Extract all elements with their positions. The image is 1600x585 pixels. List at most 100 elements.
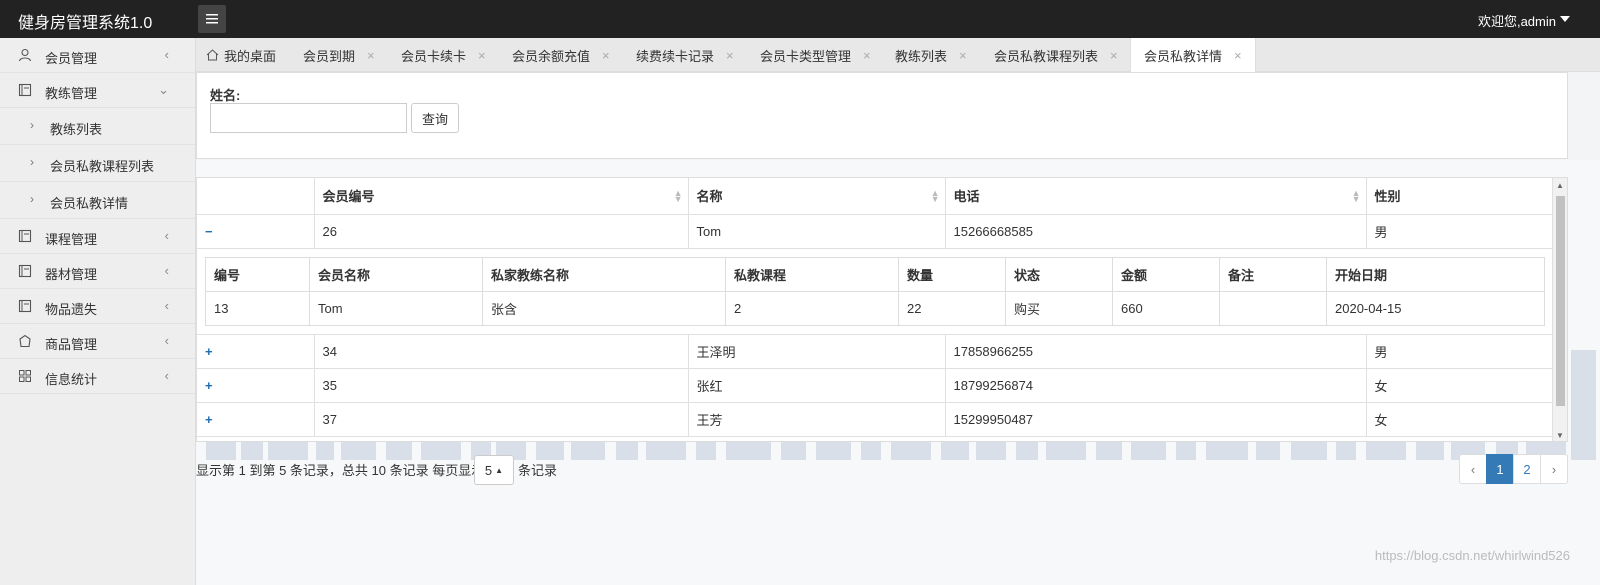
detail-cell-coach-name: 张含 [482, 290, 726, 326]
sidebar-item-label: 商品管理 [45, 337, 98, 352]
tab-private-course-list[interactable]: 会员私教课程列表 × [994, 38, 1118, 72]
chevron-left-icon: ‹ [164, 263, 169, 278]
tab-bar: 我的桌面 会员到期 × 会员卡续卡 × 会员余额充值 × 续费续卡记录 × 会员卡类型管… [196, 38, 1600, 72]
chevron-down-icon: ⌄ [158, 82, 169, 97]
column-header-gender[interactable]: 性别 [1366, 178, 1554, 215]
cell-member-id: 26 [314, 214, 689, 249]
next-page-button[interactable]: › [1540, 454, 1568, 484]
close-icon[interactable]: × [863, 48, 871, 63]
sidebar-subitem-label: 会员私教详情 [50, 196, 129, 211]
chevron-left-icon: ‹ [164, 368, 169, 383]
cell-gender: 女 [1366, 402, 1554, 437]
detail-table-row: 13 Tom 张含 2 22 购买 660 2020-04-15 [205, 290, 1545, 326]
name-search-input[interactable] [210, 103, 407, 133]
sort-icon: ▲ ▼ [673, 188, 683, 204]
column-header-name[interactable]: 名称 ▲ ▼ [688, 178, 946, 215]
close-icon[interactable]: × [1110, 48, 1118, 63]
bag-icon [19, 334, 31, 348]
tab-label: 会员到期 [303, 48, 356, 64]
tab-label: 会员私教课程列表 [994, 48, 1099, 64]
sidebar-item-statistics[interactable]: 信息统计 ‹ [0, 359, 195, 394]
tab-card-renew[interactable]: 会员卡续卡 × [401, 38, 486, 72]
detail-cell-course: 2 [725, 290, 899, 326]
cell-gender: 女 [1366, 368, 1554, 403]
sidebar-subitem-label: 教练列表 [50, 122, 103, 137]
detail-header-coach-name: 私家教练名称 [482, 256, 726, 292]
watermark-text: https://blog.csdn.net/whirlwind526 [1374, 548, 1570, 563]
tab-card-types[interactable]: 会员卡类型管理 × [760, 38, 871, 72]
home-icon [206, 49, 219, 61]
close-icon[interactable]: × [726, 48, 734, 63]
sidebar-subitem-private-detail[interactable]: › 会员私教详情 [0, 182, 195, 219]
detail-cell-member-name: Tom [309, 290, 483, 326]
expand-row-button[interactable]: + [197, 334, 315, 369]
chevron-left-icon: ‹ [164, 228, 169, 243]
cell-member-id: 35 [314, 368, 689, 403]
scrollbar-thumb[interactable] [1556, 196, 1565, 406]
tab-renew-records[interactable]: 续费续卡记录 × [636, 38, 734, 72]
member-table: 会员编号 ▲ ▼ 名称 ▲ ▼ 电话 ▲ ▼ 性别 − 26 Tom 15266668585… [197, 178, 1554, 437]
tab-balance-recharge[interactable]: 会员余额充值 × [512, 38, 610, 72]
tab-private-detail[interactable]: 会员私教详情 × [1130, 38, 1256, 72]
detail-header-member-name: 会员名称 [309, 256, 483, 292]
book-icon [18, 299, 32, 313]
chevron-left-icon: ‹ [164, 333, 169, 348]
menu-toggle-button[interactable] [198, 5, 226, 33]
sidebar-subitem-coach-list[interactable]: › 教练列表 [0, 108, 195, 145]
collapse-row-button[interactable]: − [197, 214, 315, 249]
query-button[interactable]: 查询 [411, 103, 459, 133]
scroll-down-icon[interactable]: ▼ [1556, 431, 1564, 440]
sidebar-item-products[interactable]: 商品管理 ‹ [0, 324, 195, 359]
page-size-value: 5 [484, 462, 493, 478]
top-navbar: 健身房管理系统1.0 欢迎您,admin [0, 0, 1600, 38]
sidebar-item-label: 教练管理 [45, 86, 98, 101]
scroll-up-icon[interactable]: ▲ [1556, 181, 1564, 190]
detail-cell-status: 购买 [1005, 290, 1113, 326]
detail-cell-quantity: 22 [898, 290, 1006, 326]
sidebar-subitem-label: 会员私教课程列表 [50, 159, 155, 174]
cell-phone: 18799256874 [945, 368, 1367, 403]
column-header-label: 名称 [696, 189, 723, 205]
close-icon[interactable]: × [478, 48, 486, 63]
cell-phone: 15266668585 [945, 214, 1367, 249]
close-icon[interactable]: × [367, 48, 375, 63]
page-button-1[interactable]: 1 [1486, 454, 1514, 484]
close-icon[interactable]: × [602, 48, 610, 63]
cell-phone: 17858966255 [945, 334, 1367, 369]
tab-member-expiry[interactable]: 会员到期 × [303, 38, 375, 72]
sidebar-item-lost-items[interactable]: 物品遗失 ‹ [0, 289, 195, 324]
expand-column-header [197, 178, 315, 215]
detail-cell-amount: 660 [1112, 290, 1220, 326]
sidebar-item-member[interactable]: 会员管理 ‹ [0, 38, 195, 73]
column-header-phone[interactable]: 电话 ▲ ▼ [945, 178, 1367, 215]
cell-name: 张红 [688, 368, 946, 403]
sidebar-subitem-private-course-list[interactable]: › 会员私教课程列表 [0, 145, 195, 182]
chevron-right-icon: › [30, 192, 34, 206]
tab-label: 会员卡类型管理 [760, 48, 852, 64]
cell-phone: 15299950487 [945, 402, 1367, 437]
page-size-select[interactable]: 5 ▲ [474, 455, 514, 485]
sidebar-item-label: 物品遗失 [45, 302, 98, 317]
chevron-right-icon: › [30, 155, 34, 169]
sidebar-item-course[interactable]: 课程管理 ‹ [0, 219, 195, 254]
sidebar: 会员管理 ‹ 教练管理 ⌄ › 教练列表 › 会员私教课程列表 › 会员私教详情… [0, 38, 196, 585]
page-button-2[interactable]: 2 [1513, 454, 1541, 484]
close-icon[interactable]: × [1234, 48, 1242, 63]
prev-page-button[interactable]: ‹ [1459, 454, 1487, 484]
sidebar-item-coach[interactable]: 教练管理 ⌄ [0, 73, 195, 108]
tab-home[interactable]: 我的桌面 [206, 38, 276, 72]
sidebar-item-equipment[interactable]: 器材管理 ‹ [0, 254, 195, 289]
user-menu[interactable]: 欢迎您,admin [1478, 11, 1556, 30]
detail-cell-start-date: 2020-04-15 [1326, 290, 1545, 326]
expand-row-button[interactable]: + [197, 368, 315, 403]
vertical-scrollbar[interactable]: ▲ ▼ [1552, 178, 1567, 441]
column-header-label: 性别 [1374, 189, 1401, 205]
close-icon[interactable]: × [959, 48, 967, 63]
detail-header-status: 状态 [1005, 256, 1113, 292]
expand-row-button[interactable]: + [197, 402, 315, 437]
caret-down-icon[interactable] [1560, 16, 1570, 22]
tab-label: 续费续卡记录 [636, 48, 715, 64]
column-header-member-id[interactable]: 会员编号 ▲ ▼ [314, 178, 689, 215]
tab-label: 会员私教详情 [1144, 48, 1223, 64]
tab-coach-list[interactable]: 教练列表 × [895, 38, 967, 72]
